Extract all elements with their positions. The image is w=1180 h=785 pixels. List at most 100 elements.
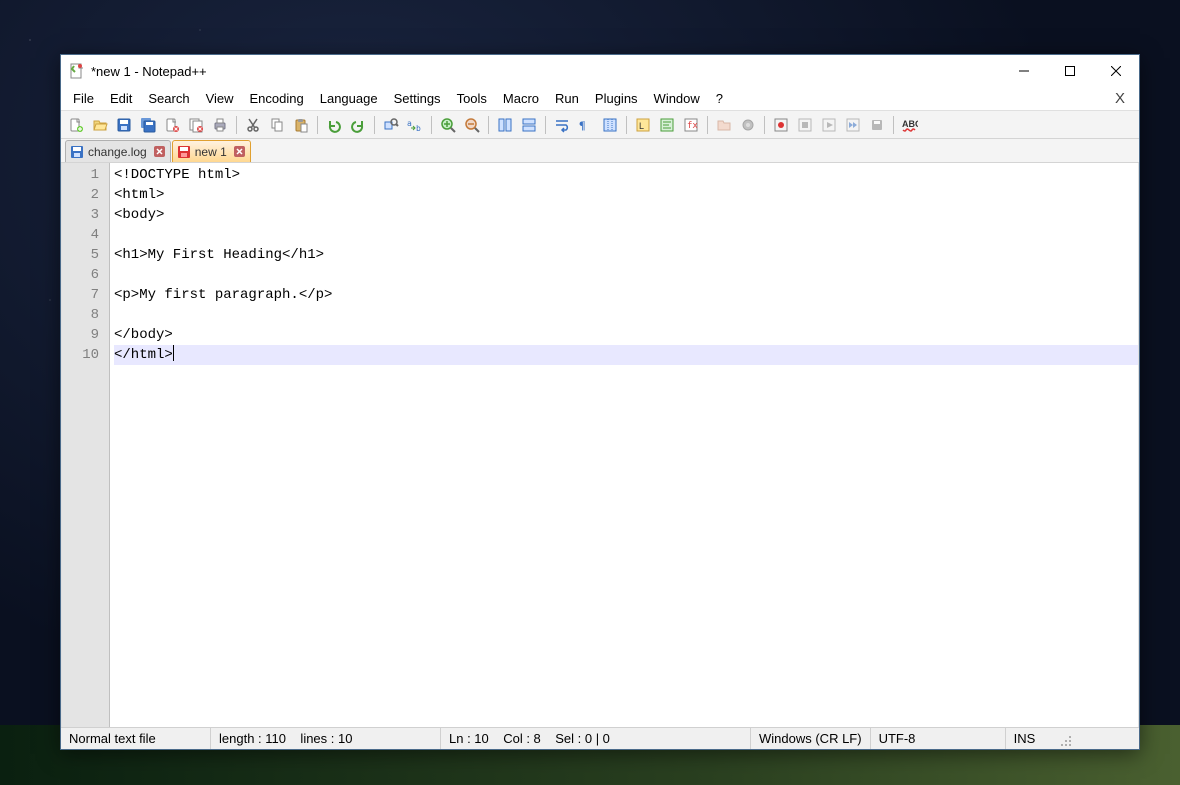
replace-icon[interactable]: ab: [404, 114, 426, 136]
status-eol[interactable]: Windows (CR LF): [751, 728, 871, 749]
editor[interactable]: 12345678910 <!DOCTYPE html><html><body><…: [61, 163, 1139, 727]
app-window: *new 1 - Notepad++ FileEditSearchViewEnc…: [60, 54, 1140, 750]
udl-icon[interactable]: L: [632, 114, 654, 136]
status-encoding[interactable]: UTF-8: [871, 728, 1006, 749]
code-line[interactable]: <body>: [114, 205, 1138, 225]
menu-[interactable]: ?: [708, 89, 731, 108]
code-line[interactable]: <h1>My First Heading</h1>: [114, 245, 1138, 265]
maximize-button[interactable]: [1047, 55, 1093, 87]
toolbar-separator: [431, 116, 432, 134]
copy-icon[interactable]: [266, 114, 288, 136]
doc-map-icon[interactable]: [656, 114, 678, 136]
save-macro-icon[interactable]: [866, 114, 888, 136]
redo-icon[interactable]: [347, 114, 369, 136]
code-line[interactable]: <p>My first paragraph.</p>: [114, 285, 1138, 305]
menu-view[interactable]: View: [198, 89, 242, 108]
line-number: 8: [62, 305, 109, 325]
close-file-icon[interactable]: [161, 114, 183, 136]
line-number: 9: [62, 325, 109, 345]
line-number: 10: [62, 345, 109, 365]
zoom-out-icon[interactable]: [461, 114, 483, 136]
menubar: FileEditSearchViewEncodingLanguageSettin…: [61, 87, 1139, 111]
code-line[interactable]: <html>: [114, 185, 1138, 205]
close-all-icon[interactable]: [185, 114, 207, 136]
cut-icon[interactable]: [242, 114, 264, 136]
menu-encoding[interactable]: Encoding: [242, 89, 312, 108]
stop-macro-icon[interactable]: [794, 114, 816, 136]
menu-file[interactable]: File: [65, 89, 102, 108]
svg-text:ABC: ABC: [902, 119, 918, 129]
line-number-gutter: 12345678910: [62, 163, 110, 727]
tab-label: change.log: [88, 145, 147, 159]
indent-guide-icon[interactable]: [599, 114, 621, 136]
print-icon[interactable]: [209, 114, 231, 136]
statusbar: Normal text file length : 110 lines : 10…: [61, 727, 1139, 749]
play-macro-icon[interactable]: [818, 114, 840, 136]
zoom-in-icon[interactable]: [437, 114, 459, 136]
sync-v-icon[interactable]: [494, 114, 516, 136]
tab-close-icon[interactable]: [153, 145, 166, 158]
status-filetype: Normal text file: [61, 728, 211, 749]
line-number: 1: [62, 165, 109, 185]
toolbar-separator: [374, 116, 375, 134]
menu-language[interactable]: Language: [312, 89, 386, 108]
app-icon: [69, 63, 85, 79]
text-caret: [173, 345, 174, 361]
func-list-icon[interactable]: fx: [680, 114, 702, 136]
svg-text:¶: ¶: [579, 118, 585, 132]
spell-check-icon[interactable]: ABC: [899, 114, 921, 136]
wrap-icon[interactable]: [551, 114, 573, 136]
menu-edit[interactable]: Edit: [102, 89, 140, 108]
menu-run[interactable]: Run: [547, 89, 587, 108]
save-icon[interactable]: [113, 114, 135, 136]
status-position: Ln : 10 Col : 8 Sel : 0 | 0: [441, 728, 751, 749]
toolbar-separator: [707, 116, 708, 134]
code-line[interactable]: [114, 265, 1138, 285]
toolbar-separator: [236, 116, 237, 134]
status-insert-mode[interactable]: INS: [1006, 728, 1056, 749]
unsaved-file-icon: [177, 145, 191, 159]
save-all-icon[interactable]: [137, 114, 159, 136]
menu-macro[interactable]: Macro: [495, 89, 547, 108]
saved-file-icon: [70, 145, 84, 159]
record-macro-icon[interactable]: [770, 114, 792, 136]
sync-h-icon[interactable]: [518, 114, 540, 136]
play-multi-icon[interactable]: [842, 114, 864, 136]
tab-new-1[interactable]: new 1: [172, 140, 251, 162]
tabbar: change.log new 1: [61, 139, 1139, 163]
tab-change-log[interactable]: change.log: [65, 140, 171, 162]
svg-text:a: a: [407, 119, 412, 128]
code-line[interactable]: </body>: [114, 325, 1138, 345]
toolbar-separator: [488, 116, 489, 134]
code-line[interactable]: [114, 305, 1138, 325]
code-area[interactable]: <!DOCTYPE html><html><body> <h1>My First …: [110, 163, 1138, 727]
minimize-button[interactable]: [1001, 55, 1047, 87]
close-button[interactable]: [1093, 55, 1139, 87]
new-file-icon[interactable]: [65, 114, 87, 136]
resize-grip[interactable]: [1056, 728, 1074, 749]
paste-icon[interactable]: [290, 114, 312, 136]
line-number: 4: [62, 225, 109, 245]
menu-search[interactable]: Search: [140, 89, 197, 108]
folder-icon[interactable]: [713, 114, 735, 136]
tab-close-icon[interactable]: [233, 145, 246, 158]
menu-window[interactable]: Window: [646, 89, 708, 108]
svg-text:b: b: [416, 124, 421, 133]
menu-settings[interactable]: Settings: [386, 89, 449, 108]
menu-plugins[interactable]: Plugins: [587, 89, 646, 108]
code-line[interactable]: <!DOCTYPE html>: [114, 165, 1138, 185]
titlebar[interactable]: *new 1 - Notepad++: [61, 55, 1139, 87]
show-all-chars-icon[interactable]: ¶: [575, 114, 597, 136]
toolbar-separator: [545, 116, 546, 134]
line-number: 3: [62, 205, 109, 225]
code-line[interactable]: [114, 225, 1138, 245]
menu-tools[interactable]: Tools: [449, 89, 495, 108]
open-file-icon[interactable]: [89, 114, 111, 136]
project-icon[interactable]: [737, 114, 759, 136]
undo-icon[interactable]: [323, 114, 345, 136]
svg-text:fx: fx: [687, 121, 698, 131]
find-icon[interactable]: [380, 114, 402, 136]
close-document-button[interactable]: X: [1105, 90, 1135, 107]
toolbar-separator: [317, 116, 318, 134]
code-line[interactable]: </html>: [114, 345, 1138, 365]
